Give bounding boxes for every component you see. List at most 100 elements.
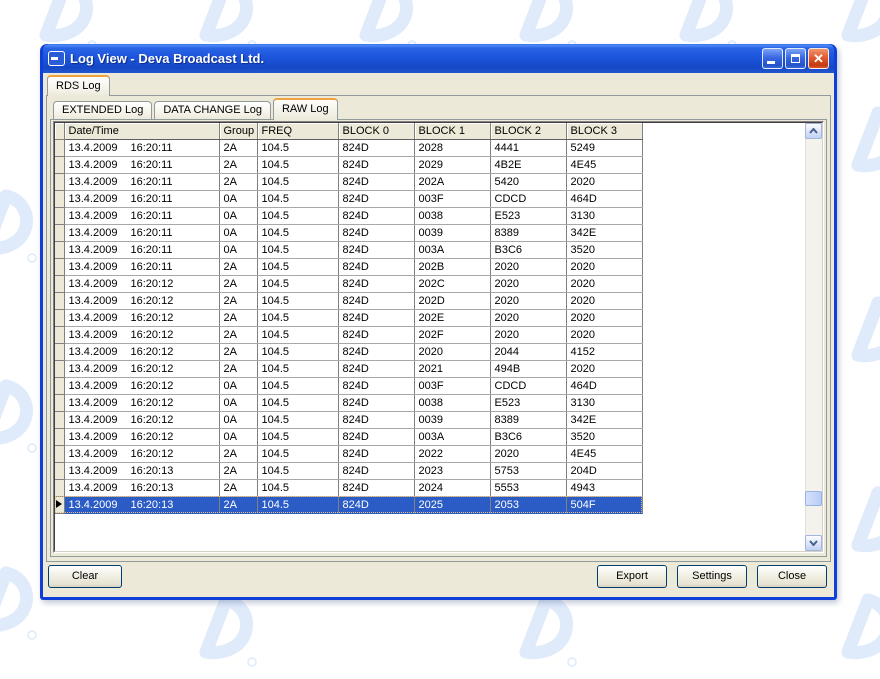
row-selector-cell[interactable] [55, 462, 64, 479]
tab-extended-log[interactable]: EXTENDED Log [53, 101, 152, 119]
table-row[interactable]: 13.4.200916:20:112A104.5824D202844415249 [55, 139, 642, 156]
table-row[interactable]: 13.4.200916:20:132A104.5824D20235753204D [55, 462, 642, 479]
row-selector-cell[interactable] [55, 173, 64, 190]
cell-block1: 2028 [414, 139, 490, 156]
tab-rds-log[interactable]: RDS Log [47, 75, 110, 96]
table-row[interactable]: 13.4.200916:20:122A104.5824D202F20202020 [55, 326, 642, 343]
cell-block0: 824D [338, 292, 414, 309]
row-selector-cell[interactable] [55, 224, 64, 241]
row-selector-cell[interactable] [55, 479, 64, 496]
row-selector-cell[interactable] [55, 292, 64, 309]
deva-logo-watermark [510, 592, 585, 674]
row-selector-cell[interactable] [55, 445, 64, 462]
cell-block2: 2044 [490, 343, 566, 360]
table-row[interactable]: 13.4.200916:20:120A104.5824D00398389342E [55, 411, 642, 428]
cell-freq: 104.5 [257, 139, 338, 156]
clear-button[interactable]: Clear [48, 565, 122, 588]
row-selector-cell[interactable] [55, 360, 64, 377]
cell-datetime: 13.4.200916:20:12 [64, 360, 219, 377]
cell-group: 0A [219, 394, 257, 411]
cell-block3: 464D [566, 377, 642, 394]
cell-block2: 494B [490, 360, 566, 377]
row-selector-cell[interactable] [55, 496, 64, 513]
row-selector-cell[interactable] [55, 156, 64, 173]
table-row[interactable]: 13.4.200916:20:122A104.5824D202020444152 [55, 343, 642, 360]
rds-log-page: EXTENDED Log DATA CHANGE Log RAW Log Dat… [46, 95, 831, 562]
cell-datetime: 13.4.200916:20:13 [64, 479, 219, 496]
close-window-button[interactable]: ✕ [808, 48, 829, 69]
close-button[interactable]: Close [757, 565, 827, 588]
log-grid-frame: Date/TimeGroupFREQBLOCK 0BLOCK 1BLOCK 2B… [53, 121, 824, 553]
table-row[interactable]: 13.4.200916:20:122A104.5824D202C20202020 [55, 275, 642, 292]
row-selector-cell[interactable] [55, 258, 64, 275]
cell-block2: 2020 [490, 292, 566, 309]
row-selector-cell[interactable] [55, 326, 64, 343]
cell-group: 2A [219, 309, 257, 326]
row-selector-cell[interactable] [55, 428, 64, 445]
cell-block3: 2020 [566, 309, 642, 326]
cell-group: 2A [219, 326, 257, 343]
minimize-icon [767, 61, 775, 64]
row-selector-cell[interactable] [55, 394, 64, 411]
cell-datetime: 13.4.200916:20:11 [64, 224, 219, 241]
cell-freq: 104.5 [257, 411, 338, 428]
cell-group: 2A [219, 292, 257, 309]
cell-block0: 824D [338, 428, 414, 445]
table-row[interactable]: 13.4.200916:20:122A104.5824D202220204E45 [55, 445, 642, 462]
table-row[interactable]: 13.4.200916:20:122A104.5824D202E20202020 [55, 309, 642, 326]
table-row[interactable]: 13.4.200916:20:120A104.5824D0038E5233130 [55, 394, 642, 411]
cell-freq: 104.5 [257, 462, 338, 479]
cell-block3: 504F [566, 496, 642, 513]
vertical-scrollbar[interactable] [805, 123, 822, 551]
column-header: BLOCK 0 [338, 123, 414, 139]
row-selector-cell[interactable] [55, 377, 64, 394]
row-selector-cell[interactable] [55, 207, 64, 224]
scroll-down-button[interactable] [805, 535, 822, 551]
settings-button[interactable]: Settings [677, 565, 747, 588]
row-selector-cell[interactable] [55, 309, 64, 326]
tab-raw-log[interactable]: RAW Log [273, 98, 338, 120]
table-row[interactable]: 13.4.200916:20:132A104.5824D20252053504F [55, 496, 642, 513]
cell-block3: 4943 [566, 479, 642, 496]
title-bar[interactable]: Log View - Deva Broadcast Ltd. ✕ [43, 44, 834, 73]
row-selector-cell[interactable] [55, 139, 64, 156]
scrollbar-thumb[interactable] [805, 491, 822, 506]
cell-block2: 8389 [490, 411, 566, 428]
cell-group: 0A [219, 428, 257, 445]
table-row[interactable]: 13.4.200916:20:110A104.5824D0038E5233130 [55, 207, 642, 224]
deva-logo-watermark [842, 105, 880, 187]
export-button[interactable]: Export [597, 565, 667, 588]
tab-data-change-log[interactable]: DATA CHANGE Log [154, 101, 271, 119]
table-row[interactable]: 13.4.200916:20:110A104.5824D00398389342E [55, 224, 642, 241]
table-row[interactable]: 13.4.200916:20:122A104.5824D202D20202020 [55, 292, 642, 309]
row-selector-cell[interactable] [55, 275, 64, 292]
table-row[interactable]: 13.4.200916:20:132A104.5824D202455534943 [55, 479, 642, 496]
minimize-button[interactable] [762, 48, 783, 69]
scroll-up-button[interactable] [805, 123, 822, 139]
table-row[interactable]: 13.4.200916:20:112A104.5824D202B20202020 [55, 258, 642, 275]
row-selector-cell[interactable] [55, 190, 64, 207]
cell-datetime: 13.4.200916:20:13 [64, 496, 219, 513]
cell-datetime: 13.4.200916:20:11 [64, 258, 219, 275]
table-row[interactable]: 13.4.200916:20:112A104.5824D20294B2E4E45 [55, 156, 642, 173]
row-selector-cell[interactable] [55, 411, 64, 428]
chevron-down-icon [809, 540, 818, 546]
cell-block2: 8389 [490, 224, 566, 241]
row-selector-cell[interactable] [55, 241, 64, 258]
cell-block3: 3130 [566, 394, 642, 411]
window-body: RDS Log EXTENDED Log DATA CHANGE Log RAW… [43, 73, 834, 597]
cell-block2: 2020 [490, 275, 566, 292]
table-row[interactable]: 13.4.200916:20:110A104.5824D003FCDCD464D [55, 190, 642, 207]
cell-group: 0A [219, 411, 257, 428]
table-row[interactable]: 13.4.200916:20:120A104.5824D003FCDCD464D [55, 377, 642, 394]
table-row[interactable]: 13.4.200916:20:110A104.5824D003AB3C63520 [55, 241, 642, 258]
table-row[interactable]: 13.4.200916:20:112A104.5824D202A54202020 [55, 173, 642, 190]
cell-freq: 104.5 [257, 377, 338, 394]
table-row[interactable]: 13.4.200916:20:120A104.5824D003AB3C63520 [55, 428, 642, 445]
table-row[interactable]: 13.4.200916:20:122A104.5824D2021494B2020 [55, 360, 642, 377]
row-selector-cell[interactable] [55, 343, 64, 360]
cell-block3: 342E [566, 411, 642, 428]
maximize-button[interactable] [785, 48, 806, 69]
cell-group: 2A [219, 139, 257, 156]
cell-group: 2A [219, 496, 257, 513]
